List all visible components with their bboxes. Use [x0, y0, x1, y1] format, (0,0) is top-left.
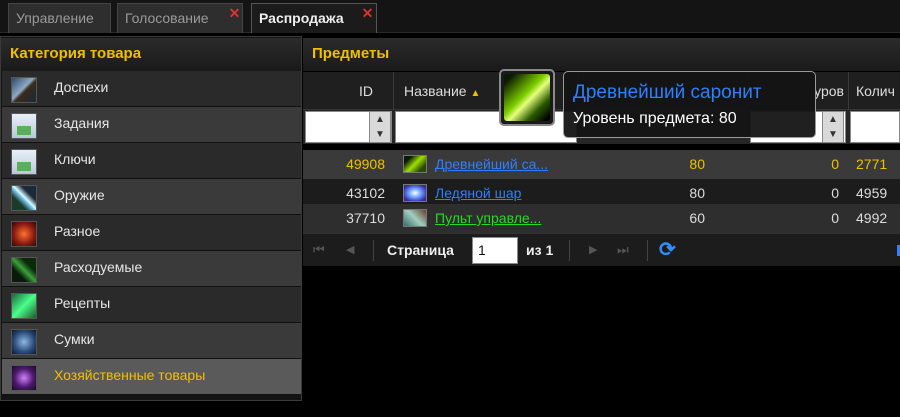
tab-label: Голосование: [125, 10, 209, 26]
bag-icon: [11, 329, 37, 355]
page-count-label: из 1: [526, 242, 554, 258]
item-name-link[interactable]: Древнейший са...: [435, 150, 548, 178]
tab-bar: Управление Голосование ✕ Распродажа ✕: [0, 0, 900, 33]
category-list: Доспехи Задания Ключи Оружие Разное Расх…: [2, 71, 301, 395]
trade-goods-icon: [11, 365, 37, 391]
cell-req-level: 0: [831, 210, 839, 226]
consumable-icon: [11, 257, 37, 283]
cell-count: 2771: [856, 156, 888, 172]
stepper-up-icon[interactable]: ▲: [370, 112, 390, 127]
stepper-down-icon[interactable]: ▼: [823, 127, 843, 142]
close-icon[interactable]: ✕: [361, 6, 374, 20]
cell-item-level: 80: [689, 185, 705, 201]
column-header-count[interactable]: Колич: [848, 72, 900, 110]
item-preview-icon: [499, 69, 555, 126]
item-icon: [403, 155, 427, 173]
cell-count: 4992: [856, 210, 888, 226]
category-item-weapons[interactable]: Оружие: [2, 179, 301, 215]
misc-icon: [11, 221, 37, 247]
item-icon: [403, 209, 427, 227]
category-item-armor[interactable]: Доспехи: [2, 71, 301, 107]
cell-req-level: 0: [831, 156, 839, 172]
toolbar-separator: [647, 240, 648, 261]
tab-label: Распродажа: [259, 10, 344, 26]
category-panel-title: Категория товара: [1, 38, 301, 71]
category-label: Задания: [54, 115, 110, 131]
cell-id: 49908: [346, 156, 385, 172]
stepper-up-icon[interactable]: ▲: [823, 112, 843, 127]
last-page-icon[interactable]: ⏭: [617, 234, 629, 266]
table-row[interactable]: 37710 Пульт управле... 60 0 4992: [303, 204, 900, 233]
column-label: уров: [814, 83, 844, 99]
close-icon[interactable]: ✕: [228, 6, 241, 20]
tooltip-item-level: Уровень предмета: 80: [573, 110, 737, 127]
page-label: Страница: [387, 242, 454, 258]
category-item-keys[interactable]: Ключи: [2, 143, 301, 179]
category-label: Хозяйственные товары: [54, 367, 206, 383]
key-icon: [11, 149, 37, 175]
item-name-link[interactable]: Ледяной шар: [435, 179, 521, 207]
column-header-id[interactable]: ID: [303, 72, 393, 110]
tab-label: Управление: [16, 10, 94, 26]
toolbar-separator: [569, 240, 570, 261]
tab-management[interactable]: Управление: [8, 3, 111, 33]
req-level-filter-stepper[interactable]: ▲ ▼: [822, 111, 844, 143]
category-label: Оружие: [54, 187, 105, 203]
cell-item-level: 80: [689, 156, 705, 172]
column-label: ID: [359, 83, 373, 99]
items-panel-title: Предметы: [303, 38, 900, 71]
tab-sale[interactable]: Распродажа ✕: [251, 3, 377, 33]
category-label: Расходуемые: [54, 259, 143, 275]
stepper-down-icon[interactable]: ▼: [370, 127, 390, 142]
item-tooltip: Древнейший саронит Уровень предмета: 80: [563, 71, 816, 138]
category-item-misc[interactable]: Разное: [2, 215, 301, 251]
cell-req-level: 0: [831, 185, 839, 201]
category-item-recipes[interactable]: Рецепты: [2, 287, 301, 323]
toolbar-separator: [373, 240, 374, 261]
recipe-icon: [11, 293, 37, 319]
id-filter-stepper[interactable]: ▲ ▼: [369, 111, 391, 143]
quest-icon: [11, 113, 37, 139]
category-label: Ключи: [54, 151, 96, 167]
category-label: Доспехи: [54, 79, 109, 95]
category-item-consumables[interactable]: Расходуемые: [2, 251, 301, 287]
table-row[interactable]: 49908 Древнейший са... 80 0 2771: [303, 150, 900, 179]
category-item-bags[interactable]: Сумки: [2, 323, 301, 359]
cell-id: 37710: [346, 210, 385, 226]
tab-voting[interactable]: Голосование ✕: [117, 3, 243, 33]
column-label: Колич: [856, 83, 895, 99]
category-item-trade-goods[interactable]: Хозяйственные товары: [2, 359, 301, 395]
page-number-input[interactable]: 1: [472, 237, 518, 264]
category-label: Сумки: [54, 331, 95, 347]
column-label: Название: [404, 83, 467, 99]
refresh-icon[interactable]: ⟳: [659, 234, 676, 266]
category-label: Рецепты: [54, 295, 111, 311]
count-filter-input[interactable]: [850, 111, 900, 143]
item-icon: [403, 184, 427, 202]
first-page-icon[interactable]: ⏮: [313, 234, 325, 266]
prev-page-icon[interactable]: ◀: [346, 234, 354, 266]
next-page-icon[interactable]: ▶: [589, 234, 597, 266]
pagination-toolbar: ⏮ ◀ Страница 1 из 1 ▶ ⏭ ⟳: [303, 233, 900, 266]
sort-asc-icon: ▲: [470, 88, 481, 99]
item-name-link[interactable]: Пульт управле...: [435, 204, 541, 232]
cell-id: 43102: [346, 185, 385, 201]
armor-icon: [11, 77, 37, 103]
cell-count: 4959: [856, 185, 888, 201]
category-item-quests[interactable]: Задания: [2, 107, 301, 143]
weapon-icon: [11, 185, 37, 211]
cell-item-level: 60: [689, 210, 705, 226]
category-label: Разное: [54, 223, 101, 239]
tooltip-item-name: Древнейший саронит: [573, 82, 762, 103]
